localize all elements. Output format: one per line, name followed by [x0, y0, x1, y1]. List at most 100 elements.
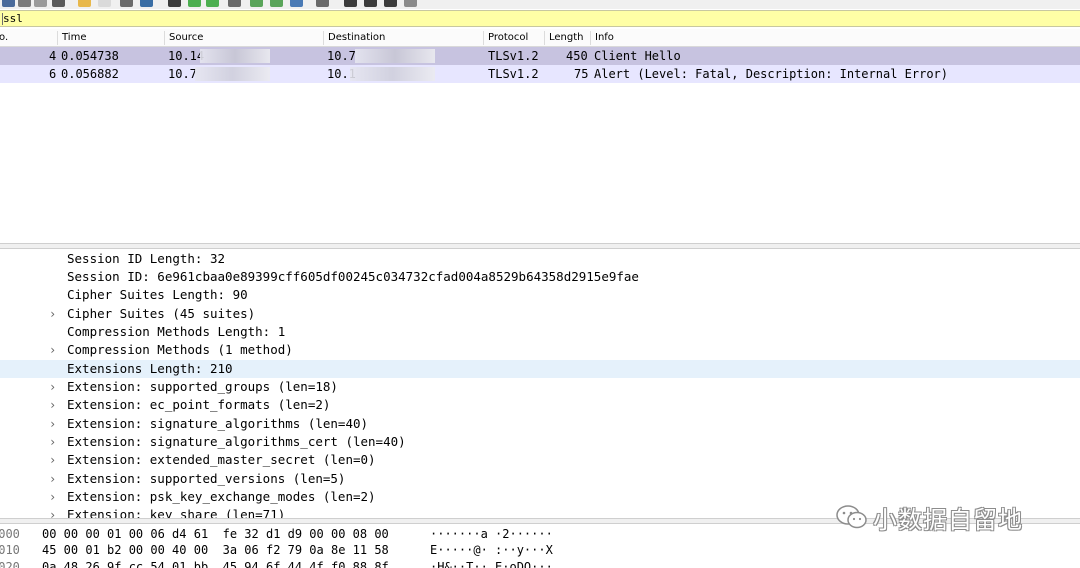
expand-arrow-icon[interactable]: ›: [49, 396, 59, 414]
detail-text: Extensions Length: 210: [67, 361, 233, 376]
detail-text: Extension: signature_algorithms_cert (le…: [67, 434, 406, 449]
detail-row[interactable]: › Extension: extended_master_secret (len…: [0, 451, 1080, 469]
expand-arrow-icon[interactable]: ›: [49, 305, 59, 323]
pane-splitter[interactable]: [0, 243, 1080, 249]
redaction-blur: [195, 67, 270, 81]
packet-info: Client Hello: [594, 49, 681, 63]
colorize-icon[interactable]: [316, 0, 329, 7]
go-to-packet-icon[interactable]: [228, 0, 241, 7]
reload-icon[interactable]: [52, 0, 65, 7]
detail-row[interactable]: Cipher Suites Length: 90: [0, 286, 1080, 304]
expand-arrow-icon[interactable]: ›: [49, 378, 59, 396]
column-source[interactable]: Source: [164, 31, 203, 45]
detail-text: Extension: supported_versions (len=5): [67, 471, 346, 486]
redaction-blur: [350, 67, 435, 81]
detail-row[interactable]: Session ID Length: 32: [0, 250, 1080, 268]
packet-destination: 10.7: [327, 49, 356, 63]
save-file-icon[interactable]: [98, 0, 111, 7]
packet-list-pane: o. Time Source Destination Protocol Leng…: [0, 29, 1080, 243]
hex-row[interactable]: 0010 45 00 01 b2 00 00 40 00 3a 06 f2 79…: [0, 541, 1080, 559]
detail-row[interactable]: › Extension: supported_versions (len=5): [0, 470, 1080, 488]
zoom-out-icon[interactable]: [364, 0, 377, 7]
detail-row[interactable]: › Compression Methods (1 method): [0, 341, 1080, 359]
packet-length: 450: [566, 49, 588, 63]
go-forward-icon[interactable]: [206, 0, 219, 7]
hex-ascii: E·····@· :··y···X: [430, 543, 553, 557]
packet-source: 10.7: [168, 67, 197, 81]
packet-length: 75: [574, 67, 589, 81]
close-file-icon[interactable]: [120, 0, 133, 7]
zoom-in-icon[interactable]: [344, 0, 357, 7]
packet-details-pane: Session ID Length: 32 Session ID: 6e961c…: [0, 250, 1080, 518]
packet-protocol: TLSv1.2: [488, 67, 539, 81]
detail-text: Extension: extended_master_secret (len=0…: [67, 452, 376, 467]
expand-arrow-icon[interactable]: ›: [49, 415, 59, 433]
autoscroll-icon[interactable]: [290, 0, 303, 7]
display-filter-input[interactable]: [3, 12, 1073, 25]
detail-row[interactable]: Session ID: 6e961cbaa0e89399cff605df0024…: [0, 268, 1080, 286]
find-packet-icon[interactable]: [168, 0, 181, 7]
zoom-normal-icon[interactable]: [384, 0, 397, 7]
packet-no: 4: [49, 49, 57, 63]
hex-offset: 0010: [0, 543, 20, 557]
detail-text: Extension: ec_point_formats (len=2): [67, 397, 331, 412]
redaction-blur: [200, 49, 270, 63]
detail-row[interactable]: › Extension: ec_point_formats (len=2): [0, 396, 1080, 414]
hex-row[interactable]: 0020 0a 48 26 9f cc 54 01 bb 45 94 6f 44…: [0, 558, 1080, 568]
detail-row[interactable]: › Extension: signature_algorithms (len=4…: [0, 415, 1080, 433]
detail-text: Compression Methods (1 method): [67, 342, 293, 357]
packet-list-header: o. Time Source Destination Protocol Leng…: [0, 29, 1080, 47]
hex-ascii: ·H&··T·· E·oDO···: [430, 560, 553, 568]
packet-info: Alert (Level: Fatal, Description: Intern…: [594, 67, 949, 81]
redaction-blur: [355, 49, 435, 63]
detail-row[interactable]: › Extension: supported_groups (len=18): [0, 378, 1080, 396]
stop-capture-icon[interactable]: [2, 0, 15, 7]
packet-protocol: TLSv1.2: [488, 49, 539, 63]
expand-arrow-icon[interactable]: ›: [49, 470, 59, 488]
detail-text: Extension: signature_algorithms (len=40): [67, 416, 369, 431]
packet-row[interactable]: 4 0.054738 10.14 10.7 TLSv1.2 450 Client…: [0, 47, 1080, 65]
first-packet-icon[interactable]: [250, 0, 263, 7]
packet-no: 6: [49, 67, 57, 81]
expand-arrow-icon[interactable]: ›: [49, 506, 59, 518]
column-protocol[interactable]: Protocol: [483, 31, 528, 45]
detail-text: Cipher Suites Length: 90: [67, 287, 248, 302]
detail-row[interactable]: › Cipher Suites (45 suites): [0, 305, 1080, 323]
detail-text: Extension: key_share (len=71): [67, 507, 286, 518]
packet-time: 0.054738: [61, 49, 119, 63]
expand-arrow-icon[interactable]: ›: [49, 433, 59, 451]
packet-time: 0.056882: [61, 67, 119, 81]
detail-text: Cipher Suites (45 suites): [67, 306, 256, 321]
last-packet-icon[interactable]: [270, 0, 283, 7]
detail-row[interactable]: Compression Methods Length: 1: [0, 323, 1080, 341]
go-back-icon[interactable]: [188, 0, 201, 7]
column-no[interactable]: o.: [0, 31, 8, 45]
detail-text: Session ID: 6e961cbaa0e89399cff605df0024…: [67, 269, 639, 284]
packet-source: 10.14: [168, 49, 205, 63]
capture-options-icon[interactable]: [34, 0, 47, 7]
watermark: 小数据自留地: [835, 500, 1023, 534]
column-time[interactable]: Time: [57, 31, 86, 45]
reload-file-icon[interactable]: [140, 0, 153, 7]
display-filter-bar: [0, 10, 1080, 27]
expand-arrow-icon[interactable]: ›: [49, 341, 59, 359]
hex-bytes: 0a 48 26 9f cc 54 01 bb 45 94 6f 44 4f f…: [42, 560, 389, 568]
open-file-icon[interactable]: [78, 0, 91, 7]
column-destination[interactable]: Destination: [323, 31, 385, 45]
wechat-icon: [835, 504, 869, 530]
column-info[interactable]: Info: [590, 31, 614, 45]
hex-bytes: 45 00 01 b2 00 00 40 00 3a 06 f2 79 0a 8…: [42, 543, 389, 557]
hex-offset: 0020: [0, 560, 20, 568]
detail-text: Extension: supported_groups (len=18): [67, 379, 338, 394]
detail-row[interactable]: › Extension: signature_algorithms_cert (…: [0, 433, 1080, 451]
expand-arrow-icon[interactable]: ›: [49, 488, 59, 506]
expand-arrow-icon[interactable]: ›: [49, 451, 59, 469]
restart-capture-icon[interactable]: [18, 0, 31, 7]
resize-columns-icon[interactable]: [404, 0, 417, 7]
detail-text: Extension: psk_key_exchange_modes (len=2…: [67, 489, 376, 504]
detail-row-highlighted[interactable]: Extensions Length: 210: [0, 360, 1080, 378]
detail-text: Compression Methods Length: 1: [67, 324, 286, 339]
column-length[interactable]: Length: [544, 31, 584, 45]
packet-row[interactable]: 6 0.056882 10.7 10.1 TLSv1.2 75 Alert (L…: [0, 65, 1080, 83]
detail-text: Session ID Length: 32: [67, 251, 226, 266]
